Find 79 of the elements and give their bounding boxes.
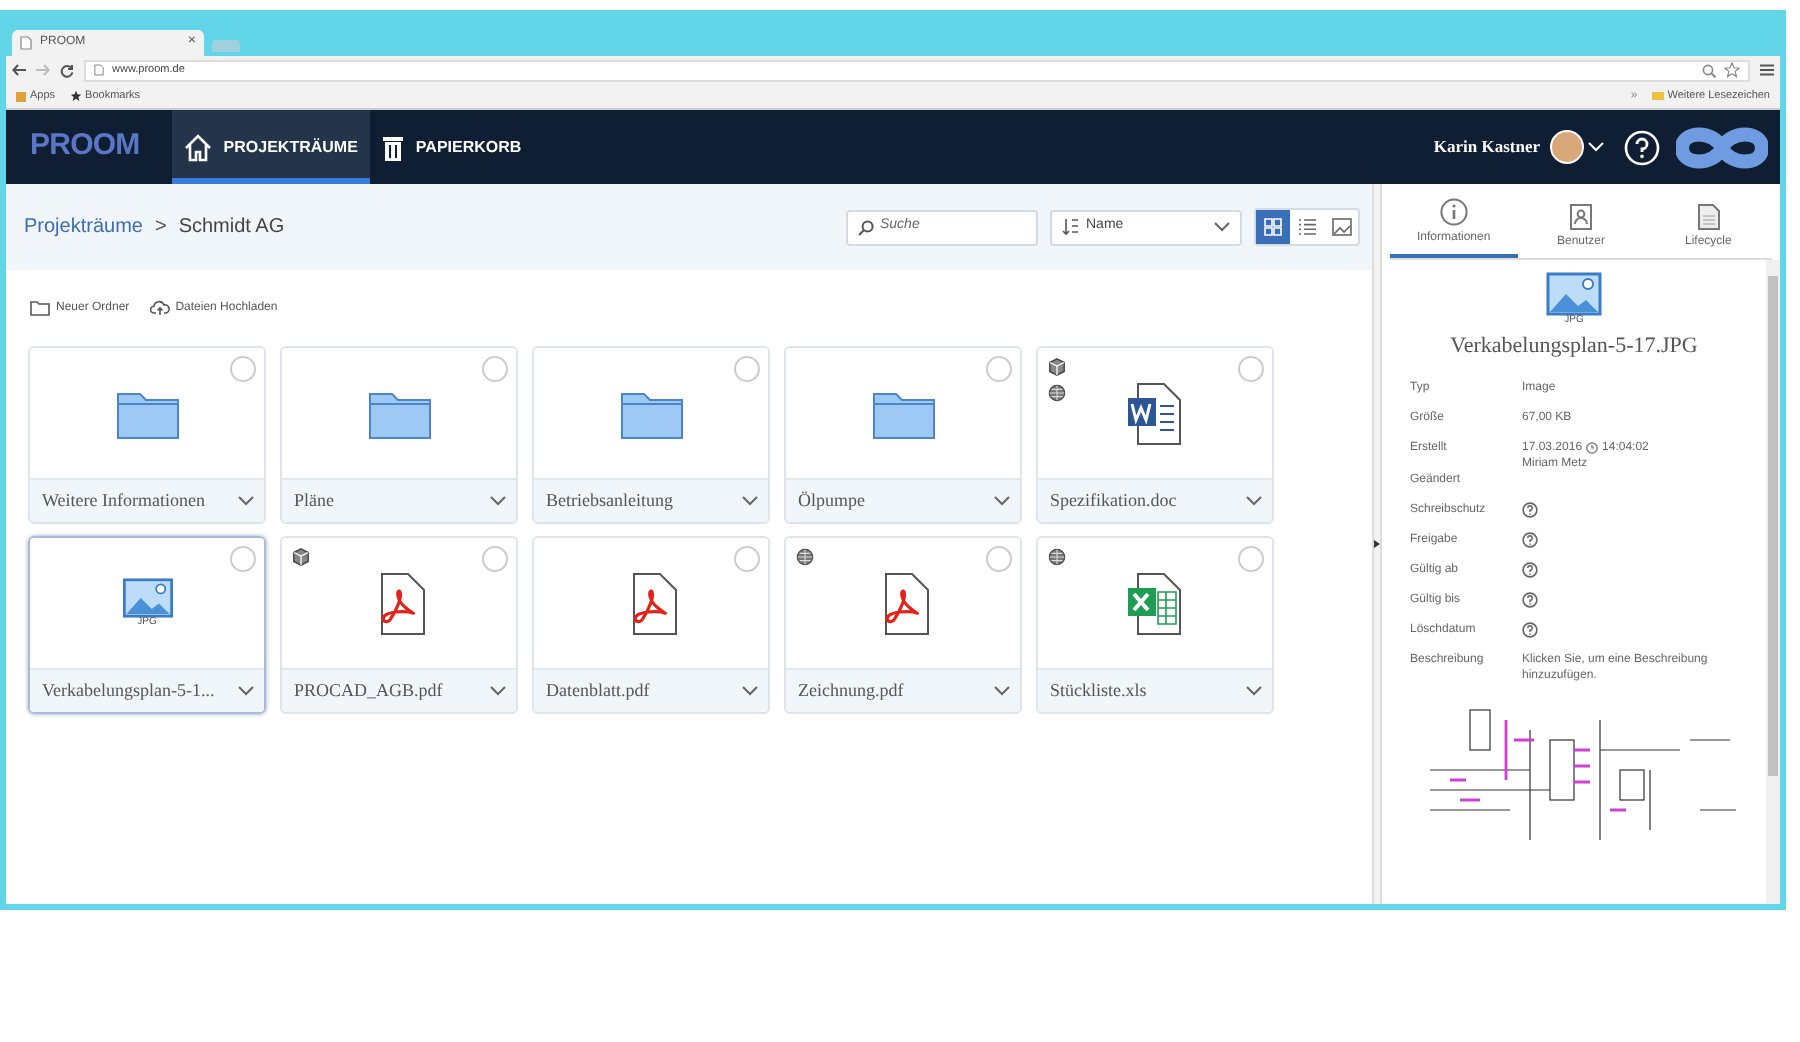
- contact-book-icon: [1570, 204, 1592, 230]
- file-name: PROCAD_AGB.pdf: [294, 677, 445, 704]
- star-icon: [69, 90, 82, 102]
- chevron-down-icon: [1246, 496, 1262, 506]
- breadcrumb-link[interactable]: Projekträume: [24, 212, 143, 242]
- file-card[interactable]: Weitere Informationen: [28, 346, 266, 524]
- search-icon: [858, 219, 874, 235]
- preview-view-icon: [1331, 218, 1351, 236]
- menu-icon[interactable]: [1760, 64, 1774, 76]
- document-icon: [1697, 204, 1720, 230]
- user-menu-chevron-icon: [1588, 142, 1604, 152]
- chevron-down-icon: [490, 686, 506, 696]
- file-card[interactable]: Spezifikation.doc: [1036, 346, 1274, 524]
- cube-icon: [1048, 358, 1066, 376]
- avatar[interactable]: [1550, 130, 1584, 164]
- file-name: Weitere Informationen: [42, 487, 207, 514]
- folder-icon: [115, 387, 179, 439]
- star-icon[interactable]: [1724, 62, 1740, 78]
- file-name: Stückliste.xls: [1050, 677, 1149, 704]
- file-card[interactable]: Pläne: [280, 346, 518, 524]
- chevron-down-icon: [238, 686, 254, 696]
- app-logo[interactable]: PROOM: [30, 124, 140, 170]
- file-card[interactable]: Stückliste.xls: [1036, 536, 1274, 714]
- page-icon: [20, 36, 32, 50]
- chevron-down-icon: [994, 686, 1010, 696]
- home-icon: [183, 133, 212, 161]
- file-card[interactable]: PROCAD_AGB.pdf: [280, 536, 518, 714]
- clock-icon: [1586, 441, 1599, 453]
- sort-icon: [1062, 218, 1080, 236]
- grid-view-icon: [1264, 218, 1282, 236]
- file-card[interactable]: Datenblatt.pdf: [532, 536, 770, 714]
- zoom-icon[interactable]: [1702, 63, 1716, 77]
- file-name: Ölpumpe: [798, 487, 867, 514]
- cloud-upload-icon: [149, 300, 170, 316]
- file-name: Betriebsanleitung: [546, 487, 675, 514]
- globe-icon: [796, 548, 814, 566]
- spreadsheet-icon: [1125, 571, 1185, 635]
- chevron-down-icon: [1246, 686, 1262, 696]
- user-name: Karin Kastner: [1433, 134, 1540, 160]
- breadcrumb-current: Schmidt AG: [178, 214, 285, 242]
- chevron-down-icon: [238, 496, 254, 506]
- file-name: Pläne: [294, 487, 336, 514]
- file-card[interactable]: Betriebsanleitung: [532, 346, 770, 524]
- chevron-down-icon: [490, 496, 506, 506]
- image-icon: [121, 578, 173, 618]
- folder-icon: [619, 387, 683, 439]
- file-card[interactable]: Ölpumpe: [784, 346, 1022, 524]
- file-name: Datenblatt.pdf: [546, 677, 652, 704]
- word-document-icon: [1125, 381, 1185, 445]
- trash-icon: [381, 133, 404, 161]
- back-arrow-icon[interactable]: [12, 64, 26, 76]
- globe-icon: [1048, 548, 1066, 566]
- nav-tab[interactable]: PAPIERKORB: [369, 110, 534, 184]
- nav-tab[interactable]: PROJEKTRÄUME: [171, 110, 370, 184]
- apps-grid-icon: [16, 91, 26, 101]
- info-icon: [1439, 198, 1468, 226]
- file-name: Spezifikation.doc: [1050, 487, 1179, 514]
- image-icon: [1546, 272, 1602, 316]
- breadcrumb-separator: >: [154, 214, 167, 242]
- new-folder-icon: [30, 300, 50, 316]
- cube-icon: [292, 548, 310, 566]
- chevron-down-icon: [742, 496, 758, 506]
- folder-icon: [1651, 92, 1664, 100]
- list-view-icon: [1298, 218, 1316, 236]
- scrollbar[interactable]: [1766, 260, 1780, 904]
- file-name: Zeichnung.pdf: [798, 677, 906, 704]
- globe-icon: [1048, 384, 1066, 402]
- page-icon: [94, 64, 104, 76]
- chevron-down-icon: [742, 686, 758, 696]
- chevron-down-icon: [1214, 222, 1230, 232]
- view-toggle[interactable]: [1256, 210, 1290, 244]
- reload-icon[interactable]: [60, 63, 74, 77]
- folder-icon: [871, 387, 935, 439]
- folder-icon: [367, 387, 431, 439]
- file-title: Verkabelungsplan-5-17.JPG: [1450, 332, 1698, 362]
- collapse-arrow-icon[interactable]: [1374, 540, 1380, 548]
- file-card[interactable]: Zeichnung.pdf: [784, 536, 1022, 714]
- file-name: Verkabelungsplan-5-1...: [42, 677, 217, 704]
- chevron-down-icon: [994, 496, 1010, 506]
